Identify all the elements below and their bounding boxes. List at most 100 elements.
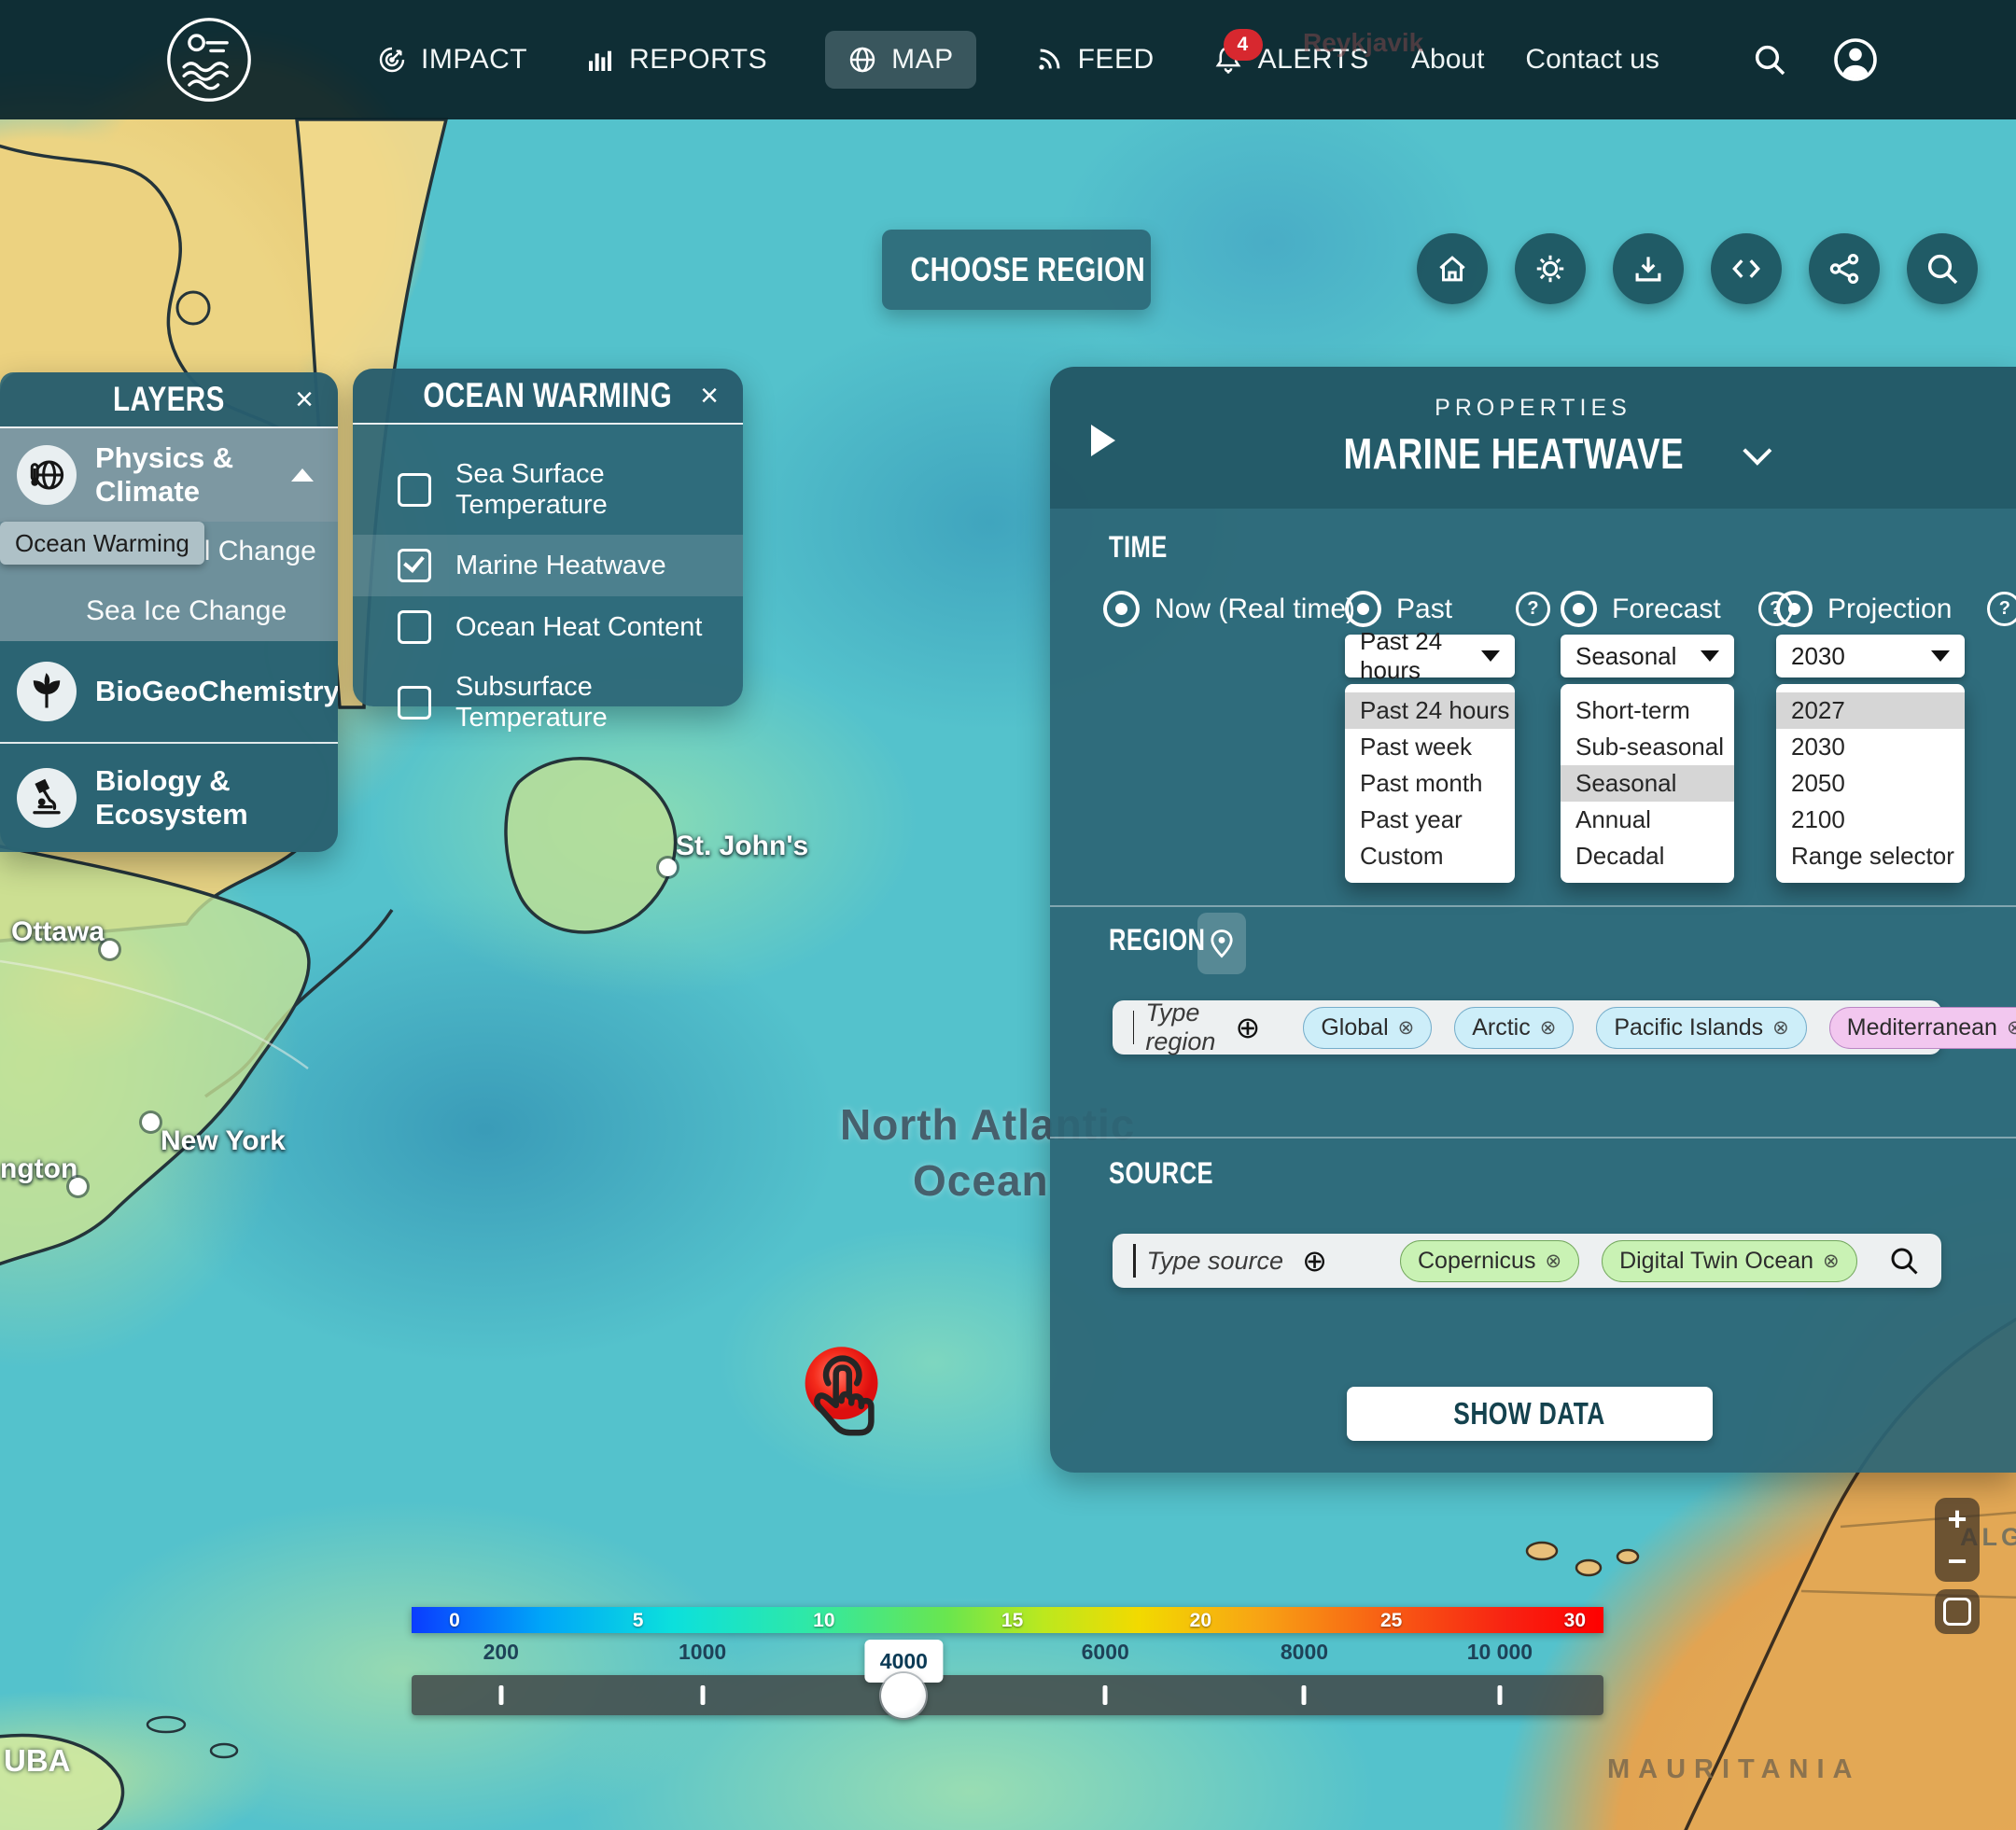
menu-option[interactable]: Past week (1345, 729, 1515, 765)
menu-option[interactable]: Past 24 hours (1345, 692, 1515, 729)
menu-option[interactable]: Seasonal (1561, 765, 1734, 802)
zoom-out-button[interactable]: − (1947, 1544, 1967, 1578)
chip-remove-icon[interactable]: ⊗ (1545, 1250, 1561, 1273)
nav-link-contact[interactable]: Contact us (1525, 44, 1659, 76)
code-button[interactable] (1711, 233, 1782, 304)
checkbox-row-marine-heatwave[interactable]: Marine Heatwave (353, 535, 743, 596)
map-toolbar (1417, 233, 1978, 304)
menu-option[interactable]: Range selector (1776, 838, 1965, 874)
search-icon[interactable] (1887, 1244, 1921, 1278)
source-search-input[interactable]: Type source ⊕ Copernicus ⊗ Digital Twin … (1113, 1234, 1941, 1288)
map-search-button[interactable] (1907, 233, 1978, 304)
share-button[interactable] (1809, 233, 1880, 304)
menu-option[interactable]: 2050 (1776, 765, 1965, 802)
depth-slider-handle[interactable] (881, 1673, 926, 1718)
user-account-icon[interactable] (1833, 37, 1878, 82)
layer-item-ocean-warming[interactable]: Ocean Warming (0, 522, 204, 565)
layer-group-biology-ecosystem[interactable]: Biology & Ecosystem (0, 744, 338, 852)
menu-option[interactable]: Decadal (1561, 838, 1734, 874)
radio-selected-icon[interactable] (1345, 591, 1381, 627)
help-icon[interactable]: ? (1987, 592, 2016, 626)
tap-pointer-icon (795, 1336, 905, 1452)
chip-copernicus[interactable]: Copernicus ⊗ (1400, 1240, 1579, 1282)
time-mode-forecast[interactable]: Forecast ? (1561, 591, 1793, 627)
chip-arctic[interactable]: Arctic ⊗ (1454, 1007, 1574, 1049)
close-icon[interactable]: × (700, 380, 719, 412)
menu-option[interactable]: Sub-seasonal (1561, 729, 1734, 765)
nav-item-impact[interactable]: IMPACT (377, 44, 527, 76)
chip-digital-twin-ocean[interactable]: Digital Twin Ocean ⊗ (1602, 1240, 1857, 1282)
menu-option[interactable]: Custom (1345, 838, 1515, 874)
chip-pacific-islands[interactable]: Pacific Islands ⊗ (1596, 1007, 1806, 1049)
gear-icon (1533, 251, 1568, 286)
extent-button[interactable] (1935, 1589, 1980, 1634)
depth-tick-label: 8000 (1281, 1640, 1328, 1665)
chevron-up-icon[interactable] (291, 468, 314, 482)
depth-slider[interactable]: 200 1000 4000 6000 8000 10 000 (412, 1675, 1603, 1715)
zoom-in-button[interactable]: + (1947, 1502, 1967, 1536)
past-range-select[interactable]: Past 24 hours (1345, 635, 1515, 678)
region-search-input[interactable]: Type region ⊕ Global ⊗ Arctic ⊗ Pacific … (1113, 1000, 1941, 1055)
time-mode-past[interactable]: Past ? (1345, 591, 1550, 627)
time-mode-now[interactable]: Now (Real time) (1103, 591, 1355, 627)
menu-option[interactable]: Past month (1345, 765, 1515, 802)
menu-option[interactable]: Short-term (1561, 692, 1734, 729)
ocean-warming-panel: OCEAN WARMING × Sea Surface Temperature … (353, 369, 743, 706)
show-data-button[interactable]: SHOW DATA (1347, 1387, 1713, 1441)
past-range-menu: Past 24 hours Past week Past month Past … (1345, 684, 1515, 883)
download-button[interactable] (1613, 233, 1684, 304)
radio-selected-icon[interactable] (1103, 591, 1140, 627)
chip-remove-icon[interactable]: ⊗ (1540, 1016, 1557, 1040)
menu-option[interactable]: 2030 (1776, 729, 1965, 765)
layer-group-physics-climate[interactable]: Physics & Climate (0, 428, 338, 522)
menu-option[interactable]: Annual (1561, 802, 1734, 838)
nav-item-reports[interactable]: REPORTS (585, 44, 767, 76)
layer-group-biogeochemistry[interactable]: BioGeoChemistry (0, 641, 338, 742)
map-area-label: UBA (4, 1743, 71, 1779)
temperature-tick: 10 (813, 1610, 834, 1632)
checkbox-row-ocean-heat-content[interactable]: Ocean Heat Content (353, 596, 743, 658)
time-mode-projection[interactable]: Projection ? (1776, 591, 2016, 627)
checkbox-label: Subsurface Temperature (455, 672, 728, 733)
settings-button[interactable] (1515, 233, 1586, 304)
chip-global[interactable]: Global ⊗ (1303, 1007, 1432, 1049)
layer-group-label: BioGeoChemistry (95, 675, 338, 708)
menu-option[interactable]: Past year (1345, 802, 1515, 838)
chip-remove-icon[interactable]: ⊗ (2007, 1016, 2016, 1040)
radio-selected-icon[interactable] (1776, 591, 1813, 627)
checkbox-row-sea-surface-temperature[interactable]: Sea Surface Temperature (353, 445, 743, 535)
rss-icon (1034, 45, 1064, 75)
source-section-label: SOURCE (1109, 1156, 1213, 1191)
checkbox-checked[interactable] (398, 549, 431, 582)
home-button[interactable] (1417, 233, 1488, 304)
properties-title-row[interactable]: MARINE HEATWAVE (1050, 428, 2016, 479)
add-region-icon[interactable]: ⊕ (1236, 1013, 1261, 1042)
checkbox-unchecked[interactable] (398, 473, 431, 507)
nav-icons (1751, 0, 1878, 119)
add-source-icon[interactable]: ⊕ (1302, 1246, 1327, 1276)
close-icon[interactable]: × (295, 384, 314, 415)
layer-item-sea-ice-change[interactable]: Sea Ice Change (0, 581, 338, 641)
choose-region-button[interactable]: CHOOSE REGION (882, 230, 1151, 310)
app-logo[interactable] (164, 15, 254, 105)
nav-item-map[interactable]: MAP (825, 31, 976, 89)
projection-year-select[interactable]: 2030 (1776, 635, 1965, 678)
help-icon[interactable]: ? (1516, 592, 1550, 626)
search-icon[interactable] (1751, 41, 1788, 78)
radio-selected-icon[interactable] (1561, 591, 1597, 627)
checkbox-unchecked[interactable] (398, 610, 431, 644)
chip-mediterranean[interactable]: Mediterranean ⊗ (1829, 1007, 2016, 1049)
depth-tick (700, 1685, 705, 1705)
region-pin-button[interactable] (1197, 913, 1246, 974)
menu-option[interactable]: 2100 (1776, 802, 1965, 838)
chip-remove-icon[interactable]: ⊗ (1398, 1016, 1415, 1040)
checkbox-unchecked[interactable] (398, 686, 431, 719)
checkbox-row-subsurface-temperature[interactable]: Subsurface Temperature (353, 658, 743, 747)
microscope-icon (17, 768, 77, 828)
chip-remove-icon[interactable]: ⊗ (1823, 1250, 1840, 1273)
nav-item-feed[interactable]: FEED (1034, 44, 1155, 76)
checkbox-label: Sea Surface Temperature (455, 459, 728, 521)
forecast-range-select[interactable]: Seasonal (1561, 635, 1734, 678)
chip-remove-icon[interactable]: ⊗ (1772, 1016, 1789, 1040)
menu-option[interactable]: 2027 (1776, 692, 1965, 729)
